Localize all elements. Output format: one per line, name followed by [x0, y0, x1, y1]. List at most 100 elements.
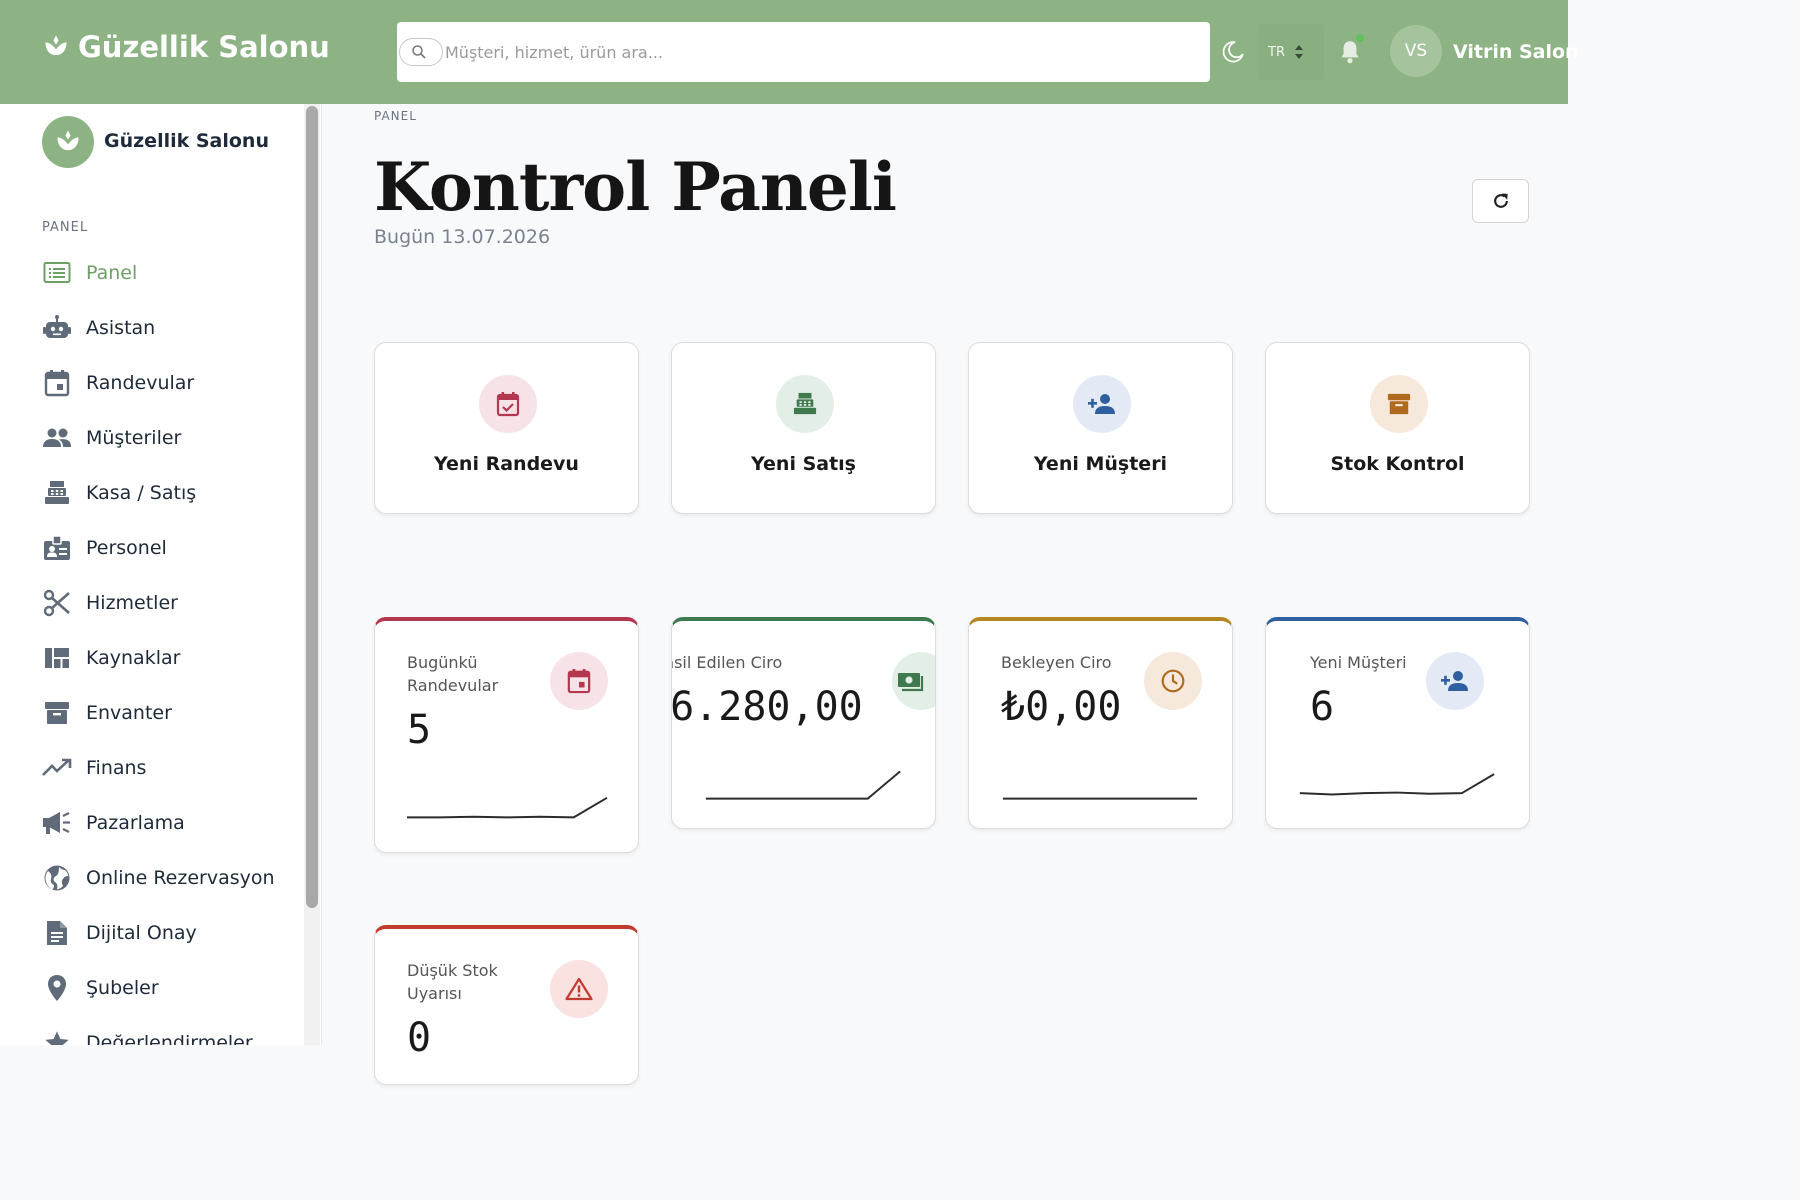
people-icon	[42, 423, 72, 453]
archive-icon	[1370, 375, 1428, 433]
sidebar-item-label: Müşteriler	[86, 426, 182, 449]
sidebar-item-subeler[interactable]: Şubeler	[42, 960, 275, 1015]
star-icon	[42, 1028, 72, 1045]
moon-icon	[1222, 41, 1244, 63]
sidebar-brand: Güzellik Salonu	[104, 130, 269, 152]
stat-card-new-customers[interactable]: Yeni Müşteri 6	[1265, 617, 1530, 829]
clock-icon	[1144, 652, 1202, 710]
sidebar-item-label: Randevular	[86, 371, 195, 394]
quick-action-stock-control[interactable]: Stok Kontrol	[1265, 342, 1530, 514]
sparkline-path	[1299, 773, 1495, 796]
warning-icon	[550, 960, 608, 1018]
refresh-button[interactable]	[1472, 179, 1529, 223]
sidebar-item-label: Online Rezervasyon	[86, 866, 275, 889]
dashboard-icon	[42, 258, 72, 288]
quick-action-label: Stok Kontrol	[1330, 453, 1465, 475]
sidebar-item-label: Değerlendirmeler	[86, 1031, 253, 1046]
lotus-icon	[57, 130, 79, 151]
search-box[interactable]	[397, 22, 1210, 82]
sidebar-item-dijital-onay[interactable]: Dijital Onay	[42, 905, 275, 960]
sidebar-item-degerlendirmeler[interactable]: Değerlendirmeler	[42, 1015, 275, 1045]
quick-action-new-appointment[interactable]: Yeni Randevu	[374, 342, 639, 514]
sidebar-item-label: Finans	[86, 756, 147, 779]
app-brand[interactable]: Güzellik Salonu	[42, 30, 330, 64]
sidebar-item-label: Dijital Onay	[86, 921, 197, 944]
sparkline-path	[407, 796, 608, 819]
sidebar-item-pazarlama[interactable]: Pazarlama	[42, 795, 275, 850]
user-avatar[interactable]: VS	[1390, 25, 1442, 77]
user-name[interactable]: Vitrin Salon	[1453, 41, 1579, 63]
person-add-icon	[1426, 652, 1484, 710]
stat-sparkline	[1002, 797, 1198, 800]
quick-action-label: Yeni Müşteri	[1033, 453, 1168, 475]
stat-value: 6	[1310, 684, 1335, 730]
sidebar-item-label: Envanter	[86, 701, 172, 724]
stat-label: Yeni Müşteri	[1310, 653, 1407, 672]
quick-action-label: Yeni Randevu	[434, 453, 579, 475]
stat-value: ₺0,00	[1001, 684, 1122, 730]
cash-icon	[892, 652, 935, 710]
sidebar-item-label: Personel	[86, 536, 167, 559]
sidebar-scrollbar-thumb[interactable]	[306, 106, 318, 908]
sidebar-item-online-rezervasyon[interactable]: Online Rezervasyon	[42, 850, 275, 905]
calendar-icon	[550, 652, 608, 710]
calendar-icon	[42, 368, 72, 398]
document-icon	[42, 918, 72, 948]
cash-register-icon	[776, 375, 834, 433]
refresh-icon	[1493, 193, 1508, 208]
sidebar-item-finans[interactable]: Finans	[42, 740, 275, 795]
search-input[interactable]	[445, 36, 1185, 68]
sidebar-item-asistan[interactable]: Asistan	[42, 300, 275, 355]
quick-action-new-customer[interactable]: Yeni Müşteri	[968, 342, 1233, 514]
stat-card-low-stock[interactable]: Düşük Stok Uyarısı 0	[374, 925, 639, 1085]
sidebar-nav: Panel Asistan Randevular Müşteriler Kasa…	[42, 245, 275, 1045]
sidebar-item-envanter[interactable]: Envanter	[42, 685, 275, 740]
stat-value: 5	[407, 707, 432, 753]
brand-name: Güzellik Salonu	[78, 30, 330, 64]
sidebar-item-musteriler[interactable]: Müşteriler	[42, 410, 275, 465]
stat-card-todays-appointments[interactable]: Bugünkü Randevular 5	[374, 617, 639, 853]
sidebar-item-personel[interactable]: Personel	[42, 520, 275, 575]
sidebar-item-randevular[interactable]: Randevular	[42, 355, 275, 410]
search-icon	[399, 38, 443, 66]
sidebar-item-kaynaklar[interactable]: Kaynaklar	[42, 630, 275, 685]
sidebar-item-hizmetler[interactable]: Hizmetler	[42, 575, 275, 630]
language-value: TR	[1268, 44, 1285, 60]
sidebar-item-label: Kaynaklar	[86, 646, 181, 669]
bell-icon	[1341, 41, 1359, 64]
notifications-button[interactable]	[1337, 38, 1363, 71]
quick-action-new-sale[interactable]: Yeni Satış	[671, 342, 936, 514]
lotus-icon	[45, 35, 67, 56]
megaphone-icon	[42, 808, 72, 838]
scissors-icon	[42, 588, 72, 618]
sidebar-item-panel[interactable]: Panel	[42, 245, 275, 300]
archive-icon	[42, 698, 72, 728]
sidebar-section-label: PANEL	[42, 220, 89, 235]
page-title: Kontrol Paneli	[374, 148, 897, 226]
top-bar: Güzellik Salonu TR VS Vitrin Salon	[0, 0, 1579, 104]
language-select[interactable]: TR	[1258, 24, 1324, 80]
sidebar-item-kasa[interactable]: Kasa / Satış	[42, 465, 275, 520]
stat-label: Tahsil Edilen Ciro	[672, 653, 783, 672]
person-add-icon	[1073, 375, 1131, 433]
cash-register-icon	[42, 478, 72, 508]
calendar-check-icon	[479, 375, 537, 433]
stat-card-pending-revenue[interactable]: Bekleyen Ciro ₺0,00	[968, 617, 1233, 829]
sidebar-logo[interactable]	[42, 116, 94, 168]
stat-label: Bekleyen Ciro	[1001, 653, 1112, 672]
page-subtitle: Bugün 13.07.2026	[374, 226, 551, 248]
stat-card-collected-revenue[interactable]: Tahsil Edilen Ciro ₺6.280,00	[671, 617, 936, 829]
notification-dot	[1356, 34, 1364, 42]
pin-icon	[42, 973, 72, 1003]
robot-icon	[42, 313, 72, 343]
stat-sparkline	[705, 770, 901, 800]
avatar-initials: VS	[1404, 41, 1428, 61]
quick-action-label: Yeni Satış	[751, 453, 856, 475]
stat-sparkline	[1299, 773, 1495, 796]
sidebar-item-label: Asistan	[86, 316, 156, 339]
dark-mode-toggle[interactable]	[1220, 39, 1246, 70]
sparkline-path	[705, 770, 901, 800]
stat-label: Bugünkü Randevular	[407, 653, 499, 695]
sort-arrows-icon	[1294, 45, 1303, 59]
sidebar: Güzellik Salonu PANEL Panel Asistan Rand…	[0, 104, 322, 1045]
